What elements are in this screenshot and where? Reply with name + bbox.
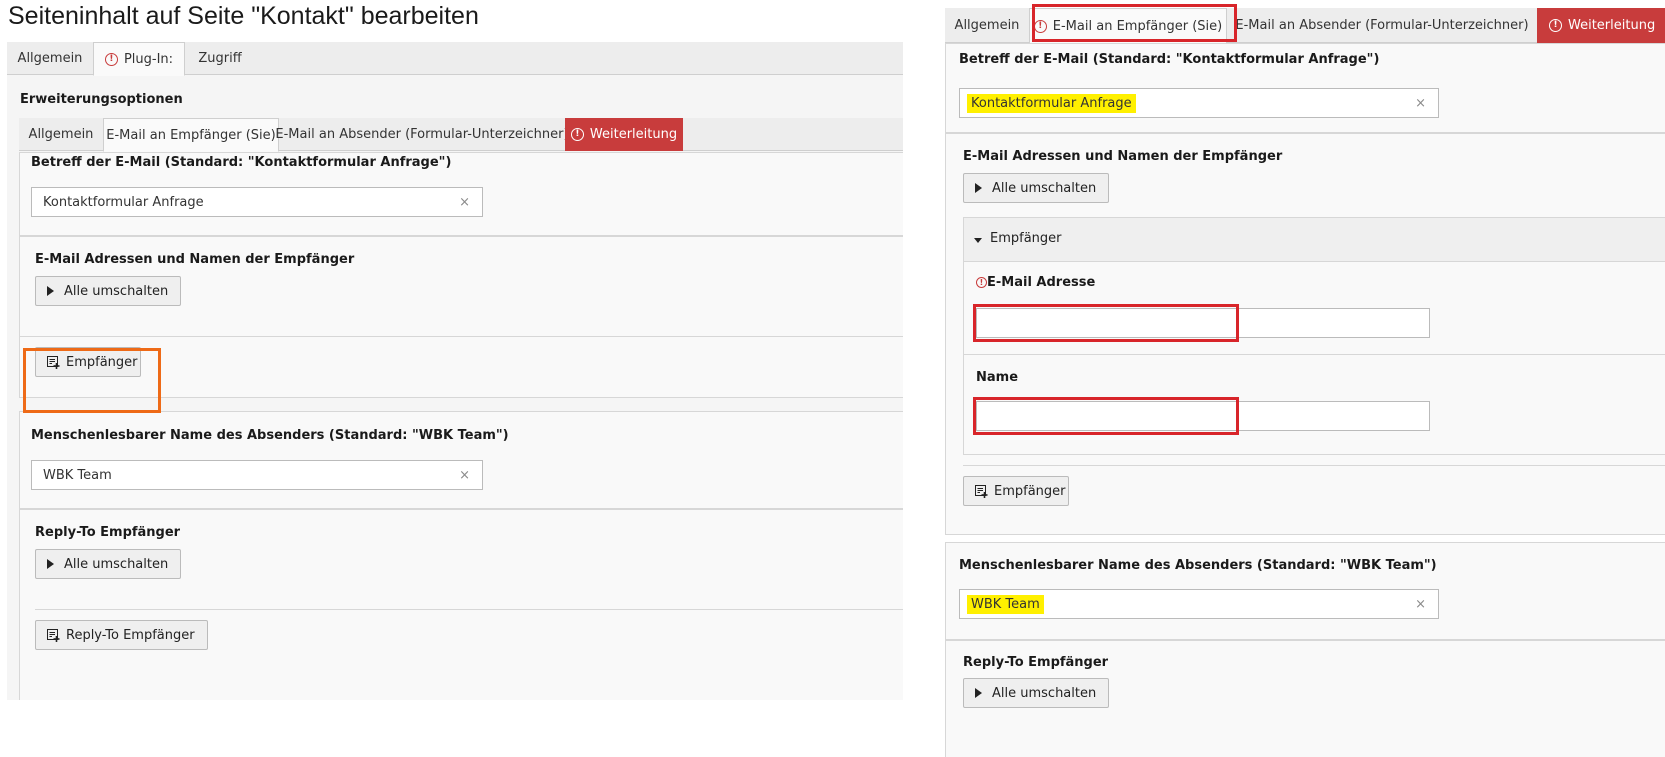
add-record-icon	[47, 628, 60, 642]
recipient-item-title: Empfänger	[990, 231, 1062, 246]
name-label: Name	[976, 370, 1019, 385]
divider	[963, 354, 1665, 355]
right-subject-label: Betreff der E-Mail (Standard: "Kontaktfo…	[959, 52, 1380, 67]
subtab-weiterleitung[interactable]: ! Weiterleitung	[565, 118, 683, 151]
toggle-all-button[interactable]: Alle umschalten	[35, 276, 182, 306]
right-subject-input[interactable]: Kontaktformular Anfrage ×	[959, 88, 1439, 118]
clear-icon[interactable]: ×	[459, 195, 470, 210]
right-reply-toggle-all-button[interactable]: Alle umschalten	[963, 678, 1110, 708]
caret-right-icon	[975, 183, 982, 193]
subject-input[interactable]: Kontaktformular Anfrage ×	[31, 187, 483, 217]
right-panel: Allgemein ! E-Mail an Empfänger (Sie) E-M…	[945, 5, 1665, 757]
reply-toggle-all-button[interactable]: Alle umschalten	[35, 549, 182, 579]
caret-down-icon	[974, 238, 982, 243]
sender-name-label: Menschenlesbarer Name des Absenders (Sta…	[31, 428, 509, 443]
caret-right-icon	[47, 559, 54, 569]
clear-icon[interactable]: ×	[1415, 597, 1426, 612]
right-sender-name-input[interactable]: WBK Team ×	[959, 589, 1439, 619]
warning-icon: !	[1549, 19, 1562, 32]
email-label: ! E-Mail Adresse	[976, 275, 1095, 290]
sub-tabbar: Allgemein E-Mail an Empfänger (Sie) E-Ma…	[19, 118, 903, 152]
divider	[963, 465, 1665, 466]
warning-icon: !	[976, 277, 987, 288]
right-reply-to-label: Reply-To Empfänger	[963, 655, 1109, 670]
tab-allgemein[interactable]: Allgemein	[7, 42, 93, 75]
section-title: Erweiterungsoptionen	[20, 92, 183, 107]
recipients-label: E-Mail Adressen und Namen der Empfänger	[35, 252, 355, 267]
subtab-email-sender[interactable]: E-Mail an Absender (Formular-Unterzeichn…	[275, 118, 568, 151]
right-tab-allgemein[interactable]: Allgemein	[945, 8, 1029, 43]
name-input-highlight	[973, 397, 1239, 435]
divider	[19, 336, 903, 337]
right-recipients-label: E-Mail Adressen und Namen der Empfänger	[963, 149, 1283, 164]
right-tab-email-sender[interactable]: E-Mail an Absender (Formular-Unterzeichn…	[1227, 8, 1537, 43]
subject-label: Betreff der E-Mail (Standard: "Kontaktfo…	[31, 155, 452, 170]
tab-highlight	[1032, 4, 1237, 42]
warning-icon: !	[104, 52, 118, 66]
recipient-item-header[interactable]	[963, 217, 1665, 262]
right-tab-weiterleitung[interactable]: ! Weiterleitung	[1537, 8, 1665, 43]
right-sender-name-label: Menschenlesbarer Name des Absenders (Sta…	[959, 558, 1437, 573]
subtab-allgemein[interactable]: Allgemein	[19, 118, 103, 151]
add-record-icon	[975, 484, 988, 498]
warning-icon: !	[570, 128, 584, 141]
right-toggle-all-button[interactable]: Alle umschalten	[963, 173, 1110, 203]
subtab-email-recipient[interactable]: E-Mail an Empfänger (Sie)	[103, 118, 279, 152]
add-reply-to-button[interactable]: Reply-To Empfänger	[35, 620, 208, 650]
caret-right-icon	[47, 286, 54, 296]
tab-zugriff[interactable]: Zugriff	[185, 42, 255, 75]
page-title: Seiteninhalt auf Seite "Kontakt" bearbei…	[8, 2, 479, 30]
email-input-highlight	[973, 304, 1239, 342]
tab-plugin[interactable]: ! Plug-In:	[93, 42, 185, 76]
divider	[35, 609, 903, 610]
clear-icon[interactable]: ×	[459, 468, 470, 483]
reply-to-label: Reply-To Empfänger	[35, 525, 181, 540]
sender-name-input[interactable]: WBK Team ×	[31, 460, 483, 490]
caret-right-icon	[975, 688, 982, 698]
recipient-button-highlight	[23, 348, 161, 413]
right-add-recipient-button[interactable]: Empfänger	[963, 476, 1069, 506]
clear-icon[interactable]: ×	[1415, 96, 1426, 111]
main-tabbar: Allgemein ! Plug-In: Zugriff	[7, 42, 903, 76]
